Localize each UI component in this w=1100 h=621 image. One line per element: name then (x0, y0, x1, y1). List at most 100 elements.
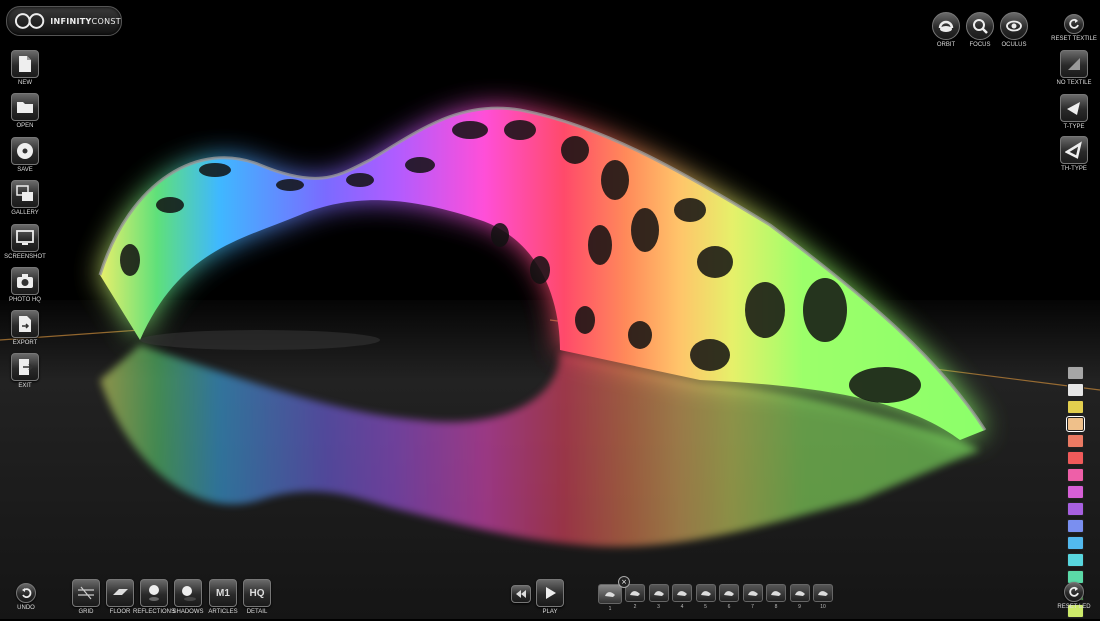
shadows-icon (174, 579, 202, 607)
orbit-icon (932, 12, 960, 40)
t-type-icon (1060, 94, 1088, 122)
close-frame-icon[interactable]: × (618, 576, 630, 588)
exit-label: EXIT (18, 383, 32, 389)
no-textile-label: NO TEXTILE (1056, 80, 1092, 86)
floor-label: FLOOR (109, 609, 131, 615)
frame-button[interactable]: 9 (789, 584, 810, 610)
open-button[interactable]: OPEN (3, 93, 47, 129)
new-label: NEW (18, 80, 32, 86)
frame-button[interactable]: 3 (648, 584, 669, 610)
led-color-swatch[interactable] (1067, 434, 1084, 448)
detail-icon: HQ (243, 579, 271, 607)
led-color-swatch[interactable] (1067, 536, 1084, 550)
gallery-icon (11, 180, 39, 208)
play-button[interactable]: PLAY (528, 579, 572, 615)
frame-button[interactable]: 10 (813, 584, 833, 610)
grid-label: GRID (78, 609, 94, 615)
no-textile-icon (1060, 50, 1088, 78)
undo-icon (16, 583, 36, 603)
articles-label: ARTICLES (208, 609, 238, 615)
detail-button[interactable]: HQ DETAIL (235, 579, 279, 615)
th-type-label: TH-TYPE (1061, 166, 1087, 172)
grid-icon (72, 579, 100, 607)
led-color-swatch[interactable] (1067, 400, 1084, 414)
oculus-button[interactable]: OCULUS (992, 12, 1036, 48)
undo-button[interactable]: UNDO (4, 583, 48, 611)
led-color-swatch[interactable] (1067, 451, 1084, 465)
reset-textile-button[interactable]: RESET TEXTILE (1051, 14, 1097, 42)
detail-label: DETAIL (246, 609, 268, 615)
gallery-button[interactable]: GALLERY (3, 180, 47, 216)
frame-number: 9 (798, 604, 801, 610)
frame-number: 5 (704, 604, 707, 610)
new-document-icon (11, 50, 39, 78)
photohq-button[interactable]: PHOTO HQ (3, 267, 47, 303)
save-button[interactable]: SAVE (3, 137, 47, 173)
app-logo: INFINITYCONST (6, 6, 122, 36)
frame-thumbnail-icon (695, 584, 716, 602)
reset-led-button[interactable]: RESET LED (1052, 582, 1096, 610)
led-color-swatch[interactable] (1067, 366, 1084, 380)
led-color-swatch[interactable] (1067, 468, 1084, 482)
frame-button[interactable]: 5 (695, 584, 716, 610)
frame-button[interactable]: 4 (672, 584, 692, 610)
frame-button[interactable]: 6 (719, 584, 739, 610)
led-color-swatch[interactable] (1067, 553, 1084, 567)
frame-button[interactable]: 8 (766, 584, 786, 610)
frame-thumbnail-icon (742, 584, 763, 602)
export-button[interactable]: EXPORT (3, 310, 47, 346)
th-type-icon (1060, 136, 1088, 164)
open-label: OPEN (16, 123, 34, 129)
export-label: EXPORT (12, 340, 38, 346)
frame-number: 8 (774, 604, 778, 610)
disc-icon (11, 137, 39, 165)
eye-icon (1000, 12, 1028, 40)
frame-thumbnail-icon (625, 584, 645, 602)
frame-thumbnail-icon (766, 584, 786, 602)
led-color-swatch[interactable] (1067, 519, 1084, 533)
export-icon (11, 310, 39, 338)
t-type-label: T-TYPE (1063, 124, 1085, 130)
camera-icon (11, 267, 39, 295)
photohq-label: PHOTO HQ (9, 297, 41, 303)
reset-textile-label: RESET TEXTILE (1051, 36, 1097, 42)
magnifier-icon (966, 12, 994, 40)
exit-button[interactable]: EXIT (3, 353, 47, 389)
t-type-button[interactable]: T-TYPE (1052, 94, 1096, 130)
frame-button[interactable]: 1 (598, 584, 622, 612)
led-color-swatch[interactable] (1067, 485, 1084, 499)
led-color-swatch[interactable] (1067, 502, 1084, 516)
reset-led-label: RESET LED (1057, 604, 1091, 610)
frame-thumbnail-icon (719, 584, 739, 602)
frame-number: 3 (657, 604, 660, 610)
oculus-label: OCULUS (1001, 42, 1027, 48)
frame-thumbnail-icon (813, 584, 833, 602)
new-button[interactable]: NEW (3, 50, 47, 86)
floor-icon (106, 579, 134, 607)
frame-number: 1 (608, 606, 612, 612)
frame-thumbnail-icon (672, 584, 692, 602)
frame-button[interactable]: 2 (625, 584, 645, 610)
th-type-button[interactable]: TH-TYPE (1052, 136, 1096, 172)
frame-thumbnail-icon (648, 584, 669, 602)
gallery-label: GALLERY (11, 210, 39, 216)
infinity-logo-icon (14, 13, 45, 29)
app-logo-text: INFINITYCONST (50, 16, 121, 26)
shadows-label: SHADOWS (172, 609, 204, 615)
no-textile-button[interactable]: NO TEXTILE (1052, 50, 1096, 86)
play-label: PLAY (542, 609, 558, 615)
screenshot-label: SCREENSHOT (4, 254, 46, 260)
led-color-swatch[interactable] (1067, 383, 1084, 397)
frame-thumbnail-icon (789, 584, 810, 602)
viewport-3d-scene[interactable] (0, 0, 1100, 619)
reflections-icon (140, 579, 168, 607)
screenshot-button[interactable]: SCREENSHOT (3, 224, 47, 260)
save-label: SAVE (17, 167, 33, 173)
frame-number: 2 (633, 604, 637, 610)
undo-label: UNDO (17, 605, 35, 611)
exit-icon (11, 353, 39, 381)
frame-button[interactable]: 7 (742, 584, 763, 610)
led-color-swatch[interactable] (1066, 416, 1085, 432)
frame-number: 10 (820, 604, 826, 610)
articles-icon: M1 (209, 579, 237, 607)
